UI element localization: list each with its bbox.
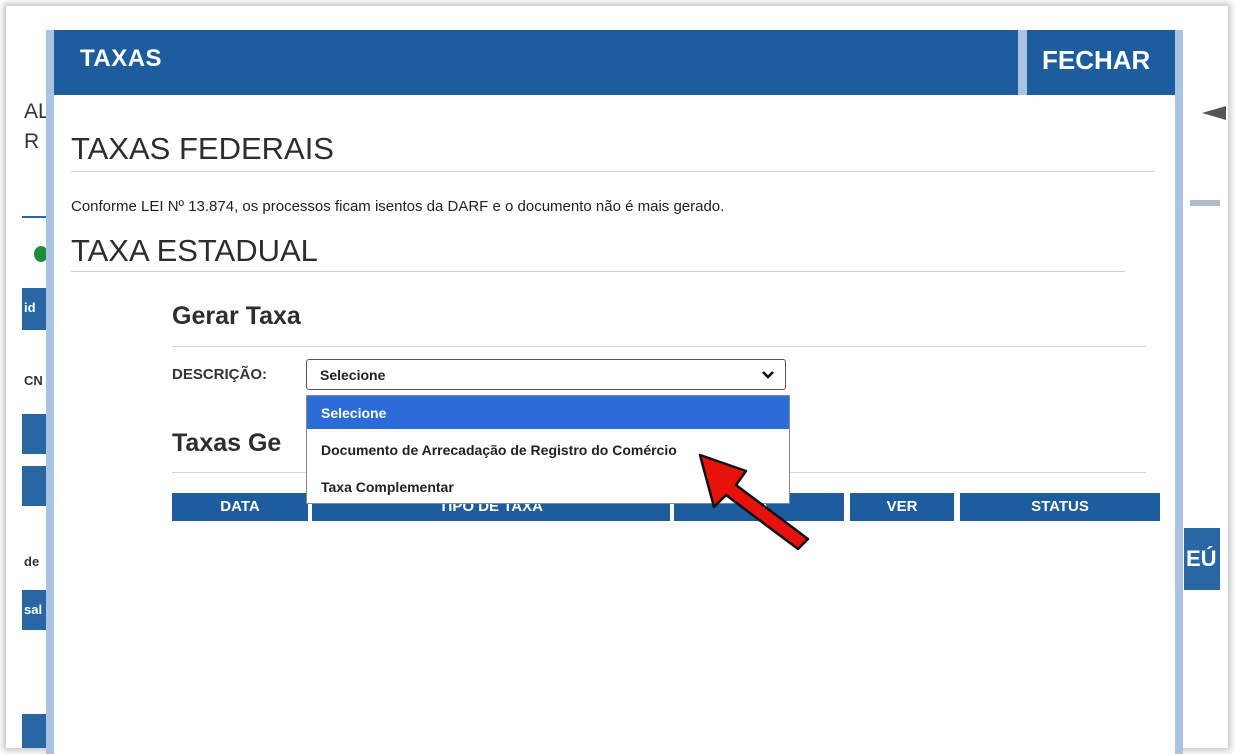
descricao-label: DESCRIÇÃO:	[172, 366, 268, 383]
column-header-ver: VER	[850, 493, 954, 521]
divider	[71, 271, 1125, 272]
divider	[71, 171, 1154, 172]
background-button	[22, 466, 48, 506]
taxas-geradas-heading: Taxas Ge	[172, 429, 282, 457]
background-text-fragment: sal	[24, 602, 43, 617]
background-text-fragment: EÚ	[1186, 546, 1217, 571]
select-value: Selecione	[320, 367, 386, 383]
chevron-down-icon	[762, 371, 774, 379]
background-text-fragment: de	[24, 554, 40, 569]
column-header-status: STATUS	[960, 493, 1160, 521]
modal-header: TAXAS FECHAR	[54, 30, 1175, 95]
modal-title: TAXAS	[80, 45, 163, 72]
background-text-fragment: CN	[24, 373, 43, 388]
background-divider	[1190, 200, 1220, 206]
federal-notice: Conforme LEI Nº 13.874, os processos fic…	[71, 198, 725, 215]
background-button	[22, 414, 48, 454]
background-text-fragment: id	[24, 300, 36, 315]
background-button	[22, 714, 48, 748]
taxas-modal: TAXAS FECHAR TAXAS FEDERAIS Conforme LEI…	[46, 30, 1183, 754]
header-separator	[1018, 30, 1027, 95]
dropdown-option[interactable]: Selecione	[307, 396, 789, 429]
gerar-taxa-heading: Gerar Taxa	[172, 302, 301, 330]
descricao-select[interactable]: Selecione	[306, 359, 786, 390]
background-divider	[22, 216, 48, 218]
red-arrow-icon	[698, 453, 810, 551]
section-heading-federais: TAXAS FEDERAIS	[71, 131, 334, 166]
close-button[interactable]: FECHAR	[1042, 45, 1150, 76]
background-text-fragment: R	[24, 130, 40, 153]
speaker-icon	[1202, 106, 1226, 120]
divider	[172, 346, 1146, 347]
section-heading-estadual: TAXA ESTADUAL	[71, 233, 318, 268]
modal-body: TAXAS FEDERAIS Conforme LEI Nº 13.874, o…	[54, 95, 1175, 754]
column-header-data: DATA	[172, 493, 308, 521]
